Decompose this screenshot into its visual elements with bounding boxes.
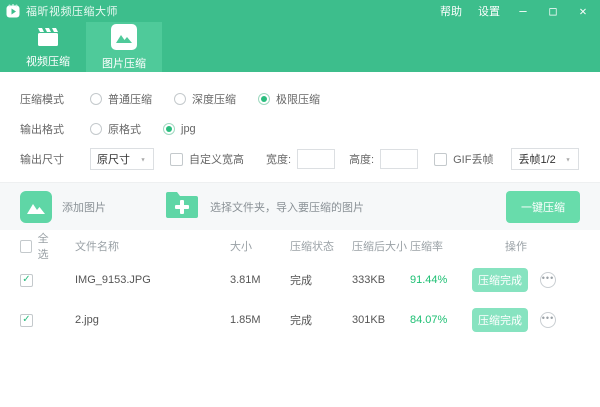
cell-status: 完成 bbox=[290, 272, 352, 288]
gif-dropframe-label: GIF丢帧 bbox=[453, 151, 493, 167]
radio-normal-label: 普通压缩 bbox=[108, 91, 152, 107]
width-label: 宽度: bbox=[266, 151, 291, 167]
settings-panel: 压缩模式 普通压缩 深度压缩 极限压缩 输出格式 原格式 bbox=[0, 72, 600, 182]
radio-icon bbox=[174, 93, 186, 105]
gif-dropframe-checkbox[interactable]: GIF丢帧 bbox=[434, 151, 493, 167]
more-options-icon[interactable]: ••• bbox=[540, 272, 556, 288]
frame-drop-value: 丢帧1/2 bbox=[518, 151, 555, 167]
custom-size-checkbox[interactable]: 自定义宽高 bbox=[170, 151, 244, 167]
compress-done-button[interactable]: 压缩完成 bbox=[472, 268, 528, 292]
checkbox-checked-icon: ✓ bbox=[20, 274, 33, 287]
height-input[interactable] bbox=[380, 149, 418, 169]
clapperboard-icon bbox=[35, 26, 61, 48]
cell-status: 完成 bbox=[290, 312, 352, 328]
col-filename: 文件名称 bbox=[75, 238, 230, 254]
radio-deep-label: 深度压缩 bbox=[192, 91, 236, 107]
app-logo-icon bbox=[6, 4, 20, 18]
col-size: 大小 bbox=[230, 238, 290, 254]
radio-icon bbox=[90, 93, 102, 105]
output-format-label: 输出格式 bbox=[20, 121, 68, 137]
window-title: 福昕视频压缩大师 bbox=[26, 3, 118, 19]
radio-deep-compress[interactable]: 深度压缩 bbox=[174, 91, 236, 107]
checkbox-checked-icon: ✓ bbox=[20, 314, 33, 327]
col-after-size: 压缩后大小 bbox=[352, 238, 410, 254]
cell-after-size: 333KB bbox=[352, 274, 410, 286]
checkbox-icon bbox=[20, 240, 32, 253]
cell-size: 1.85M bbox=[230, 314, 290, 326]
width-input[interactable] bbox=[297, 149, 335, 169]
radio-jpg-label: jpg bbox=[181, 123, 196, 135]
table-row: ✓ 2.jpg 1.85M 完成 301KB 84.07% 压缩完成 ••• bbox=[0, 300, 600, 340]
radio-extreme-compress[interactable]: 极限压缩 bbox=[258, 91, 320, 107]
check-icon: ✓ bbox=[22, 315, 30, 325]
tab-video-compress[interactable]: 视频压缩 bbox=[10, 22, 86, 72]
radio-jpg-format[interactable]: jpg bbox=[163, 123, 196, 135]
frame-drop-select[interactable]: 丢帧1/2 ▼ bbox=[511, 148, 578, 170]
compress-mode-row: 压缩模式 普通压缩 深度压缩 极限压缩 bbox=[20, 84, 600, 114]
tab-bar: 视频压缩 图片压缩 bbox=[0, 22, 600, 72]
maximize-button[interactable]: □ bbox=[546, 4, 560, 18]
output-size-row: 输出尺寸 原尺寸 ▼ 自定义宽高 宽度: 高度: GIF丢帧 丢帧1/2 ▼ bbox=[20, 144, 600, 174]
select-all-label: 全选 bbox=[38, 230, 57, 262]
height-label: 高度: bbox=[349, 151, 374, 167]
minimize-button[interactable]: — bbox=[516, 4, 530, 18]
image-icon bbox=[111, 24, 137, 50]
compress-all-button[interactable]: 一键压缩 bbox=[506, 191, 580, 223]
row-checkbox[interactable]: ✓ bbox=[20, 313, 75, 327]
output-size-label: 输出尺寸 bbox=[20, 151, 68, 167]
radio-icon bbox=[90, 123, 102, 135]
select-folder-label: 选择文件夹，导入要压缩的图片 bbox=[210, 199, 364, 215]
titlebar: 福昕视频压缩大师 帮助 设置 — □ ✕ bbox=[0, 0, 600, 22]
checkbox-icon bbox=[170, 153, 183, 166]
table-header: 全选 文件名称 大小 压缩状态 压缩后大小 压缩率 操作 bbox=[0, 230, 600, 260]
size-select[interactable]: 原尺寸 ▼ bbox=[90, 148, 154, 170]
add-images-button[interactable]: 添加图片 bbox=[20, 191, 106, 223]
file-toolbar: 添加图片 选择文件夹，导入要压缩的图片 一键压缩 bbox=[0, 182, 600, 230]
checkbox-icon bbox=[434, 153, 447, 166]
chevron-down-icon: ▼ bbox=[565, 156, 571, 162]
cell-ratio: 91.44% bbox=[410, 274, 472, 286]
add-images-label: 添加图片 bbox=[62, 199, 106, 215]
radio-icon bbox=[258, 93, 270, 105]
more-options-icon[interactable]: ••• bbox=[540, 312, 556, 328]
select-all-checkbox[interactable]: 全选 bbox=[20, 230, 57, 262]
cell-after-size: 301KB bbox=[352, 314, 410, 326]
file-table: 全选 文件名称 大小 压缩状态 压缩后大小 压缩率 操作 ✓ IMG_9153.… bbox=[0, 230, 600, 340]
tab-image-compress[interactable]: 图片压缩 bbox=[86, 22, 162, 72]
radio-original-label: 原格式 bbox=[108, 121, 141, 137]
cell-filename: IMG_9153.JPG bbox=[75, 274, 230, 286]
output-format-row: 输出格式 原格式 jpg bbox=[20, 114, 600, 144]
col-status: 压缩状态 bbox=[290, 238, 352, 254]
folder-plus-icon bbox=[164, 190, 200, 223]
settings-link[interactable]: 设置 bbox=[478, 3, 500, 19]
chevron-down-icon: ▼ bbox=[140, 156, 146, 162]
radio-original-format[interactable]: 原格式 bbox=[90, 121, 141, 137]
cell-ratio: 84.07% bbox=[410, 314, 472, 326]
col-ratio: 压缩率 bbox=[410, 238, 472, 254]
add-image-icon bbox=[20, 191, 52, 223]
radio-icon bbox=[163, 123, 175, 135]
tab-image-label: 图片压缩 bbox=[102, 55, 146, 71]
tab-video-label: 视频压缩 bbox=[26, 53, 70, 69]
radio-extreme-label: 极限压缩 bbox=[276, 91, 320, 107]
select-folder-button[interactable]: 选择文件夹，导入要压缩的图片 bbox=[164, 190, 364, 223]
custom-size-label: 自定义宽高 bbox=[189, 151, 244, 167]
compress-mode-label: 压缩模式 bbox=[20, 91, 68, 107]
close-button[interactable]: ✕ bbox=[576, 4, 590, 18]
cell-filename: 2.jpg bbox=[75, 314, 230, 326]
check-icon: ✓ bbox=[22, 275, 30, 285]
radio-normal-compress[interactable]: 普通压缩 bbox=[90, 91, 152, 107]
col-operation: 操作 bbox=[472, 238, 600, 254]
help-link[interactable]: 帮助 bbox=[440, 3, 462, 19]
row-checkbox[interactable]: ✓ bbox=[20, 273, 75, 287]
size-select-value: 原尺寸 bbox=[97, 151, 130, 167]
table-row: ✓ IMG_9153.JPG 3.81M 完成 333KB 91.44% 压缩完… bbox=[0, 260, 600, 300]
compress-done-button[interactable]: 压缩完成 bbox=[472, 308, 528, 332]
cell-size: 3.81M bbox=[230, 274, 290, 286]
